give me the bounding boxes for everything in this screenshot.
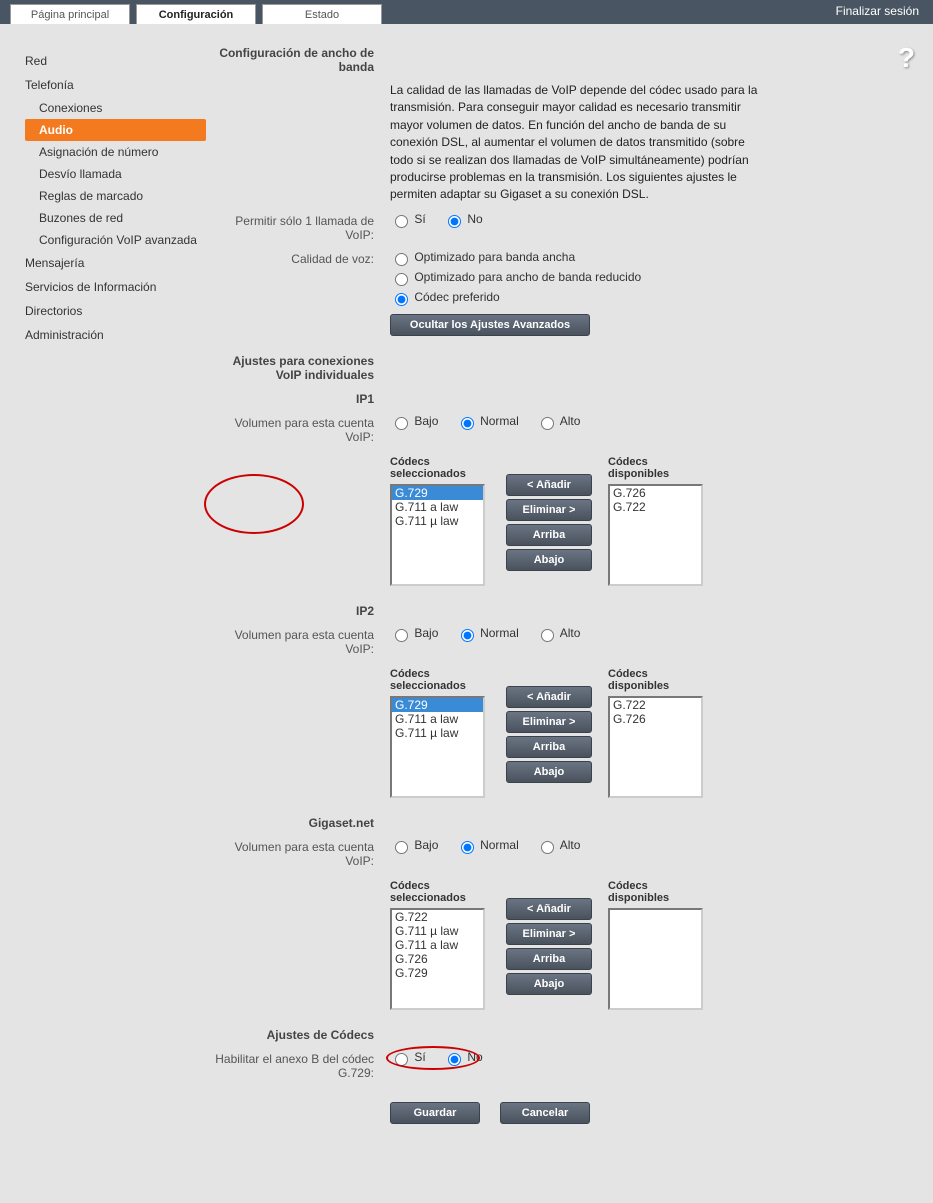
gnet-vol-alto[interactable]: Alto [536, 838, 580, 852]
nav-reglas[interactable]: Reglas de marcado [25, 185, 210, 207]
gnet-selected-label: Códecs seleccionados [390, 880, 490, 904]
ip1-sel-opt[interactable]: G.711 a law [392, 500, 483, 514]
allow-no[interactable]: No [443, 212, 483, 226]
ip1-sel-opt[interactable]: G.711 µ law [392, 514, 483, 528]
ip2-vol-alto[interactable]: Alto [536, 626, 580, 640]
nav-desvio[interactable]: Desvío llamada [25, 163, 210, 185]
ip1-down-button[interactable]: Abajo [506, 549, 592, 571]
ip1-selected-list[interactable]: G.729 G.711 a law G.711 µ law [390, 484, 485, 586]
ip2-disp-opt[interactable]: G.722 [610, 698, 701, 712]
allow-one-call-label: Permitir sólo 1 llamada de VoIP: [210, 212, 390, 242]
ip2-available-label: Códecs disponibles [608, 668, 708, 692]
gnet-add-button[interactable]: < Añadir [506, 898, 592, 920]
tab-home[interactable]: Página principal [10, 4, 130, 24]
ip2-vol-normal[interactable]: Normal [456, 626, 519, 640]
nav-avanzada[interactable]: Configuración VoIP avanzada [25, 229, 210, 251]
nav-asignacion[interactable]: Asignación de número [25, 141, 210, 163]
ip2-up-button[interactable]: Arriba [506, 736, 592, 758]
nav-directorios[interactable]: Directorios [25, 299, 210, 323]
help-icon[interactable]: ? [898, 42, 915, 74]
ip1-disp-opt[interactable]: G.726 [610, 486, 701, 500]
hide-advanced-button[interactable]: Ocultar los Ajustes Avanzados [390, 314, 590, 336]
ip1-selected-label: Códecs seleccionados [390, 456, 490, 480]
gnet-sel-opt[interactable]: G.711 µ law [392, 924, 483, 938]
voice-quality-label: Calidad de voz: [210, 250, 390, 306]
nav-servicios[interactable]: Servicios de Información [25, 275, 210, 299]
save-button[interactable]: Guardar [390, 1102, 480, 1124]
gnet-sel-opt[interactable]: G.711 a law [392, 938, 483, 952]
logout-link[interactable]: Finalizar sesión [836, 4, 919, 18]
ip1-sel-opt[interactable]: G.729 [392, 486, 483, 500]
tab-status[interactable]: Estado [262, 4, 382, 24]
gnet-volume-label: Volumen para esta cuenta VoIP: [210, 838, 390, 868]
nav-conexiones[interactable]: Conexiones [25, 97, 210, 119]
gnet-available-list[interactable] [608, 908, 703, 1010]
ip2-sel-opt[interactable]: G.729 [392, 698, 483, 712]
gnet-remove-button[interactable]: Eliminar > [506, 923, 592, 945]
ip1-heading: IP1 [210, 390, 390, 406]
ip2-sel-opt[interactable]: G.711 a law [392, 712, 483, 726]
annexb-label: Habilitar el anexo B del códec G.729: [210, 1050, 390, 1080]
ip1-add-button[interactable]: < Añadir [506, 474, 592, 496]
ip2-remove-button[interactable]: Eliminar > [506, 711, 592, 733]
ip2-selected-list[interactable]: G.729 G.711 a law G.711 µ law [390, 696, 485, 798]
ip1-volume-label: Volumen para esta cuenta VoIP: [210, 414, 390, 444]
sidebar: Red Telefonía Conexiones Audio Asignació… [0, 24, 210, 1162]
ip2-selected-label: Códecs seleccionados [390, 668, 490, 692]
gnet-vol-bajo[interactable]: Bajo [390, 838, 438, 852]
ip2-add-button[interactable]: < Añadir [506, 686, 592, 708]
ip1-vol-normal[interactable]: Normal [456, 414, 519, 428]
gnet-up-button[interactable]: Arriba [506, 948, 592, 970]
ip2-volume-label: Volumen para esta cuenta VoIP: [210, 626, 390, 656]
quality-wideband[interactable]: Optimizado para banda ancha [390, 250, 909, 266]
ip1-disp-opt[interactable]: G.722 [610, 500, 701, 514]
ip1-vol-alto[interactable]: Alto [536, 414, 580, 428]
gnet-selected-list[interactable]: G.722 G.711 µ law G.711 a law G.726 G.72… [390, 908, 485, 1010]
annexb-no[interactable]: No [443, 1050, 483, 1064]
quality-preferred[interactable]: Códec preferido [390, 290, 909, 306]
ip1-available-list[interactable]: G.726 G.722 [608, 484, 703, 586]
nav-audio[interactable]: Audio [25, 119, 206, 141]
gnet-sel-opt[interactable]: G.722 [392, 910, 483, 924]
heading-bandwidth: Configuración de ancho de banda [210, 44, 390, 74]
ip2-heading: IP2 [210, 602, 390, 618]
content: ? Configuración de ancho de banda La cal… [210, 24, 933, 1162]
nav-red[interactable]: Red [25, 49, 210, 73]
gnet-vol-normal[interactable]: Normal [456, 838, 519, 852]
ip1-available-label: Códecs disponibles [608, 456, 708, 480]
nav-administracion[interactable]: Administración [25, 323, 210, 347]
gigasetnet-heading: Gigaset.net [210, 814, 390, 830]
nav-mensajeria[interactable]: Mensajería [25, 251, 210, 275]
ip1-vol-bajo[interactable]: Bajo [390, 414, 438, 428]
ip2-vol-bajo[interactable]: Bajo [390, 626, 438, 640]
nav-telefonia[interactable]: Telefonía [25, 73, 210, 97]
heading-individual: Ajustes para conexiones VoIP individuale… [210, 352, 390, 382]
allow-yes[interactable]: Sí [390, 212, 426, 226]
ip2-sel-opt[interactable]: G.711 µ law [392, 726, 483, 740]
gnet-available-label: Códecs disponibles [608, 880, 708, 904]
ip1-remove-button[interactable]: Eliminar > [506, 499, 592, 521]
ip2-disp-opt[interactable]: G.726 [610, 712, 701, 726]
quality-reduced[interactable]: Optimizado para ancho de banda reducido [390, 270, 909, 286]
codec-settings-heading: Ajustes de Códecs [210, 1026, 390, 1042]
ip2-available-list[interactable]: G.722 G.726 [608, 696, 703, 798]
gnet-down-button[interactable]: Abajo [506, 973, 592, 995]
ip2-down-button[interactable]: Abajo [506, 761, 592, 783]
ip1-up-button[interactable]: Arriba [506, 524, 592, 546]
annexb-yes[interactable]: Sí [390, 1050, 426, 1064]
gnet-sel-opt[interactable]: G.726 [392, 952, 483, 966]
tab-config[interactable]: Configuración [136, 4, 256, 24]
nav-buzones[interactable]: Buzones de red [25, 207, 210, 229]
bandwidth-description: La calidad de las llamadas de VoIP depen… [390, 82, 770, 204]
topbar: Página principal Configuración Estado Fi… [0, 0, 933, 24]
cancel-button[interactable]: Cancelar [500, 1102, 590, 1124]
gnet-sel-opt[interactable]: G.729 [392, 966, 483, 980]
